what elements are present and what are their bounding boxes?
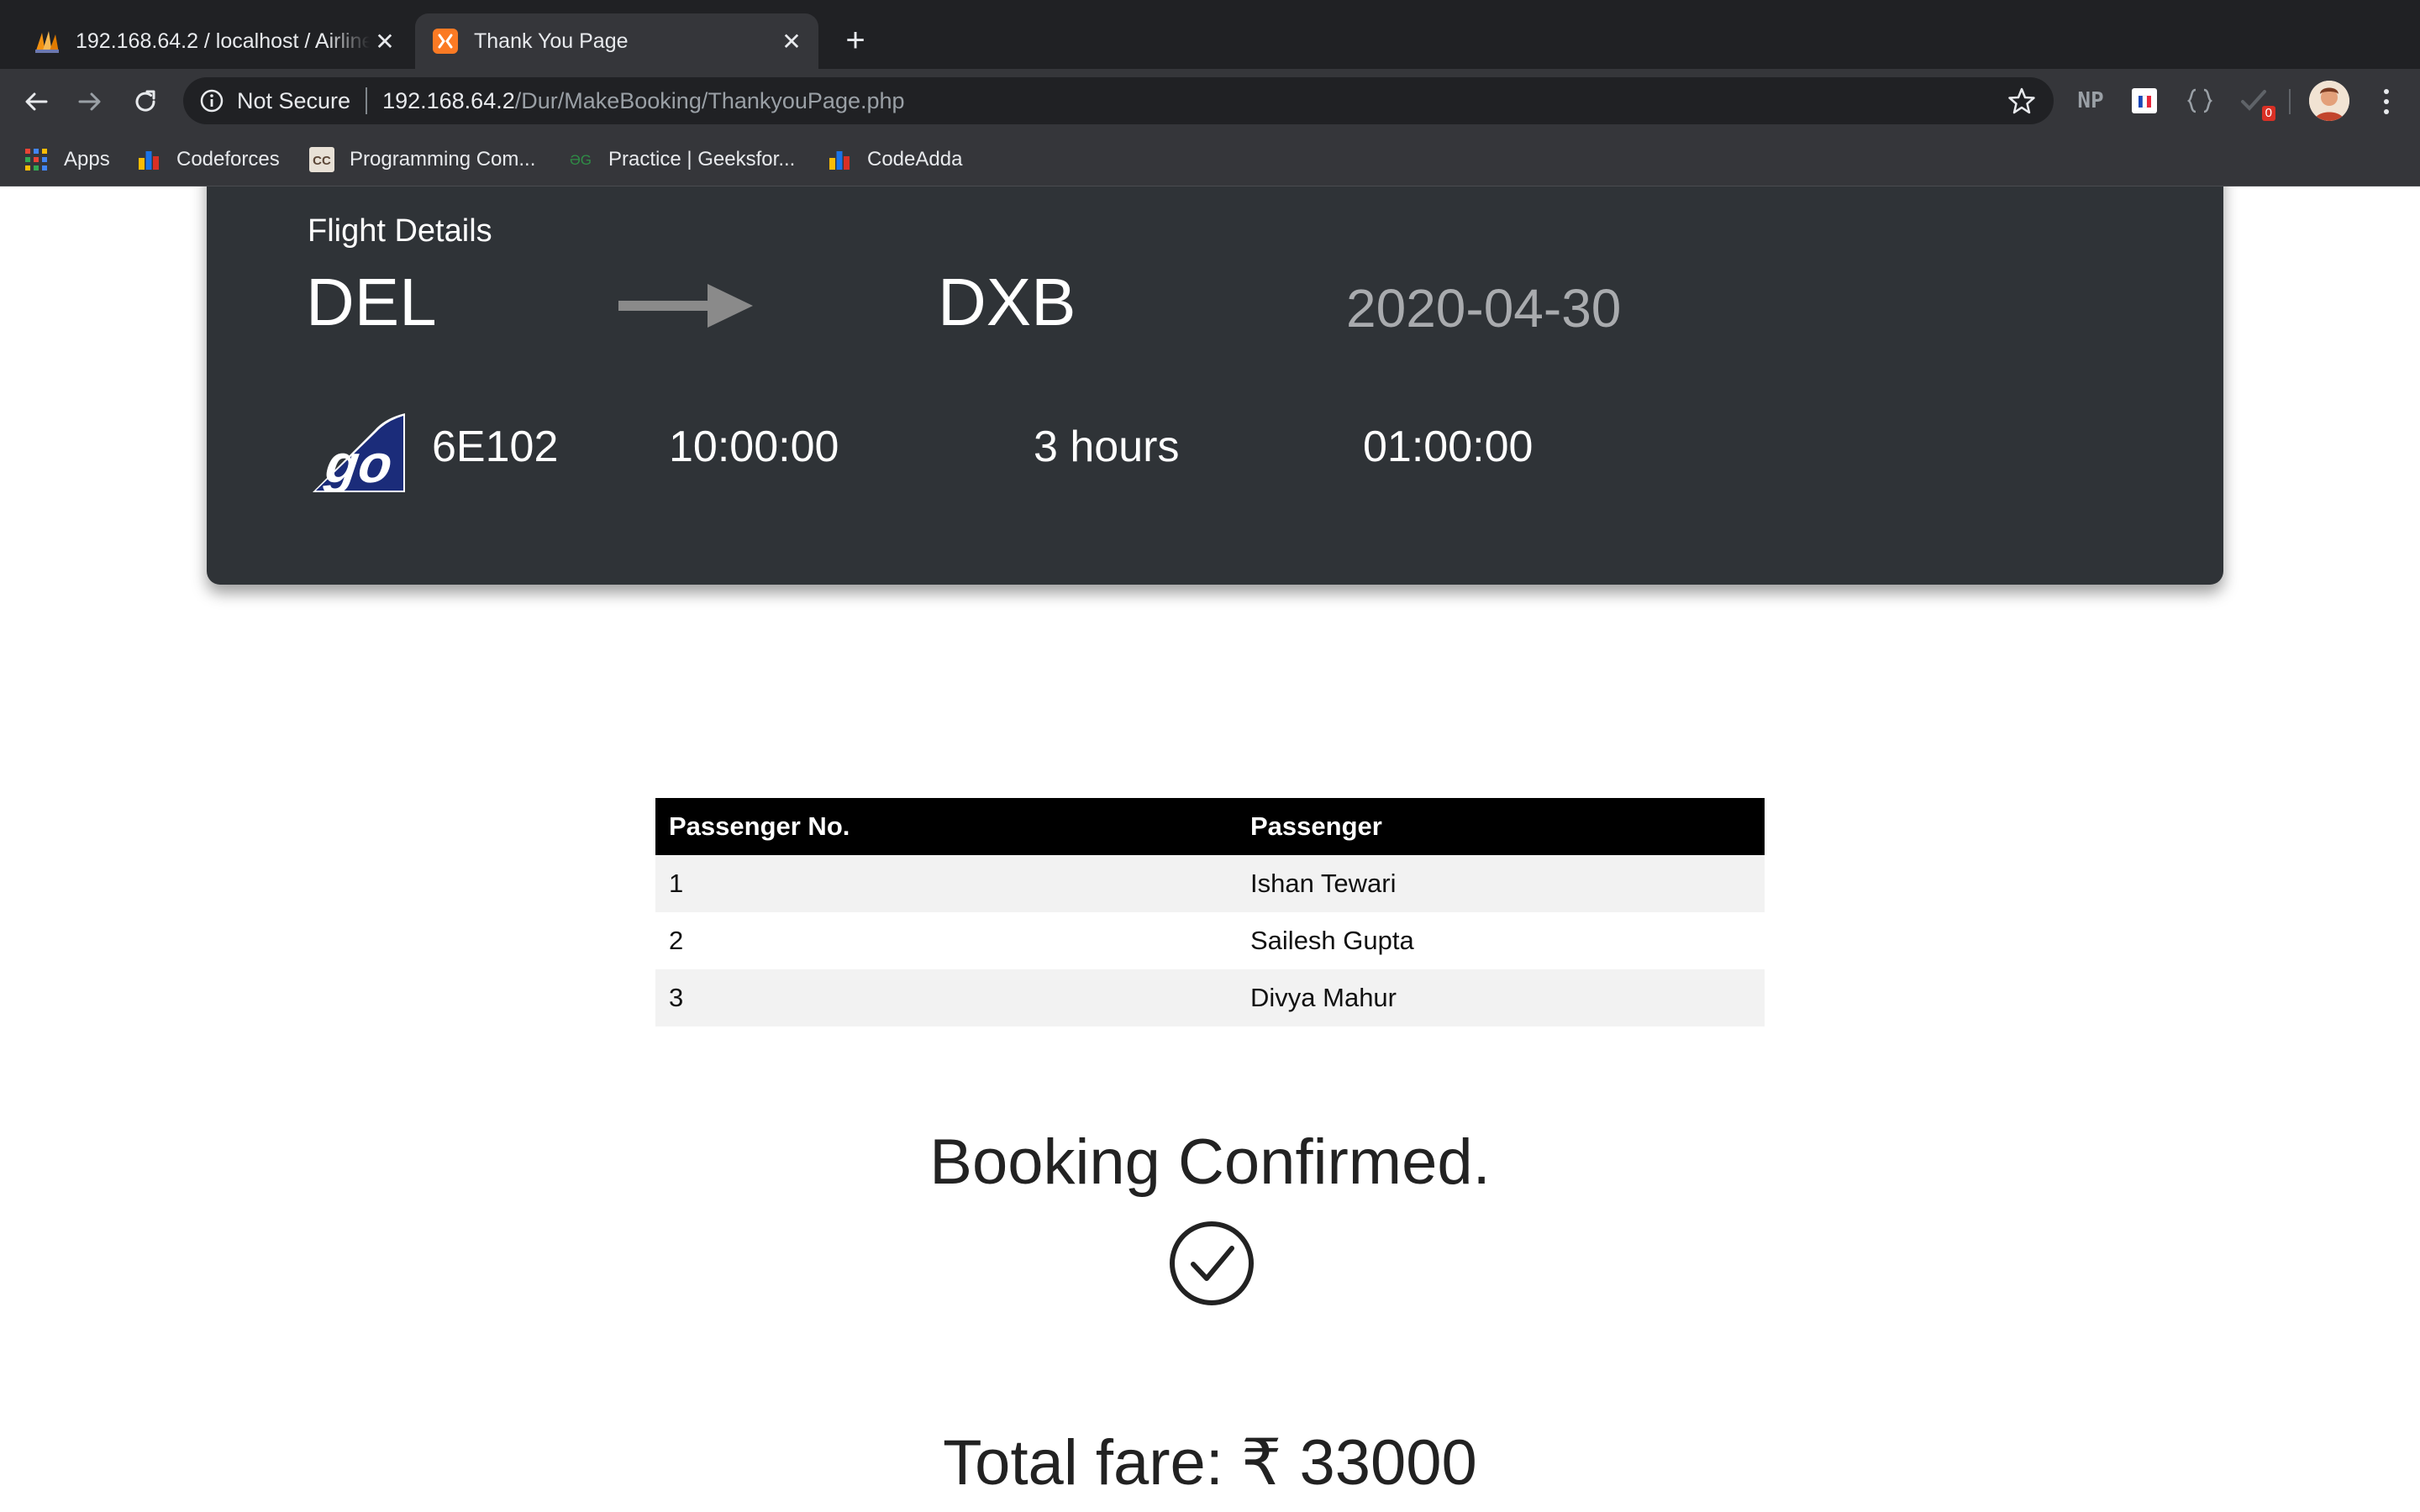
route-arrow-icon [618, 284, 753, 328]
flight-date: 2020-04-30 [1346, 278, 1622, 339]
codechef-icon: CC [309, 147, 334, 172]
bookmark-star-icon[interactable] [2007, 86, 2037, 116]
bookmark-label: CodeAdda [867, 148, 963, 171]
svg-text:CC: CC [313, 154, 331, 168]
forward-arrow-icon[interactable] [72, 84, 108, 119]
go-airline-logo: go [313, 413, 405, 492]
page-content: Flight Details DEL DXB 2020-04-30 go 6E1… [0, 186, 2420, 1512]
table-header-row: Passenger No. Passenger [655, 798, 1765, 855]
bookmark-label: Programming Com... [350, 148, 536, 171]
bookmark-programming-com[interactable]: CC Programming Com... [309, 144, 535, 175]
todo-extension-icon[interactable]: 0 [2237, 84, 2275, 121]
geeksforgeeks-icon: ƏG [568, 147, 593, 172]
svg-text:go: go [321, 433, 396, 492]
reload-icon[interactable] [128, 84, 163, 119]
tab-strip: 192.168.64.2 / localhost / Airline ✕ Tha… [0, 0, 2420, 69]
url-path: /Dur/MakeBooking/ThankyouPage.php [514, 87, 905, 113]
tab-thank-you-page[interactable]: Thank You Page ✕ [415, 13, 818, 69]
toolbar-divider [2289, 89, 2291, 114]
column-header-passenger-no: Passenger No. [655, 798, 1237, 855]
passenger-number-cell: 1 [655, 855, 1237, 912]
passenger-number-cell: 2 [655, 912, 1237, 969]
table-row: 1 Ishan Tewari [655, 855, 1765, 912]
booking-confirmed-message: Booking Confirmed. [929, 1126, 1491, 1198]
arrival-time: 01:00:00 [1363, 423, 1534, 471]
address-divider [366, 87, 368, 114]
column-header-passenger: Passenger [1237, 798, 1765, 855]
more-menu-icon[interactable] [2370, 84, 2403, 119]
departure-time: 10:00:00 [669, 423, 839, 471]
bookmark-codeadda[interactable]: CodeAdda [827, 144, 962, 175]
flag-extension-icon[interactable] [2128, 84, 2161, 118]
browser-toolbar: Not Secure 192.168.64.2 /Dur/MakeBooking… [0, 69, 2420, 133]
bookmark-codeforces[interactable]: Codeforces [136, 144, 280, 175]
codeadda-icon [827, 147, 852, 172]
origin-airport: DEL [306, 265, 437, 339]
new-tab-icon[interactable]: + [839, 24, 872, 57]
np-extension-icon[interactable]: NP [2074, 84, 2107, 118]
phpmyadmin-icon [34, 28, 60, 55]
xampp-icon [432, 28, 459, 55]
apps-grid-icon [24, 147, 49, 172]
close-icon[interactable]: ✕ [776, 26, 807, 56]
back-arrow-icon[interactable] [18, 84, 54, 119]
tab-phpmyadmin[interactable]: 192.168.64.2 / localhost / Airline ✕ [17, 13, 412, 69]
bookmark-geeksforgeeks[interactable]: ƏG Practice | Geeksfor... [568, 144, 795, 175]
passenger-number-cell: 3 [655, 969, 1237, 1026]
flight-number: 6E102 [432, 423, 559, 471]
braces-extension-icon[interactable] [2183, 84, 2217, 118]
profile-avatar[interactable] [2309, 81, 2349, 121]
url-host: 192.168.64.2 [382, 87, 515, 113]
total-fare: Total fare: ₹ 33000 [943, 1427, 1477, 1499]
flight-details-card: Flight Details DEL DXB 2020-04-30 go 6E1… [207, 186, 2223, 585]
security-label: Not Secure [237, 87, 351, 113]
bookmark-label: Codeforces [176, 148, 280, 171]
svg-text:ƏG: ƏG [570, 152, 592, 168]
address-bar[interactable]: Not Secure 192.168.64.2 /Dur/MakeBooking… [183, 77, 2054, 124]
bookmark-apps[interactable]: Apps [24, 144, 110, 175]
flight-details-title: Flight Details [308, 213, 492, 249]
bookmark-label: Practice | Geeksfor... [608, 148, 796, 171]
close-icon[interactable]: ✕ [370, 26, 400, 56]
bookmark-label: Apps [64, 148, 110, 171]
info-icon[interactable] [198, 87, 225, 114]
extension-badge: 0 [2261, 106, 2275, 121]
tab-title: Thank You Page [474, 29, 629, 53]
table-row: 3 Divya Mahur [655, 969, 1765, 1026]
codeforces-icon [136, 147, 161, 172]
destination-airport: DXB [938, 265, 1076, 339]
tab-title: 192.168.64.2 / localhost / Airline [76, 29, 370, 53]
passenger-name-cell: Sailesh Gupta [1237, 912, 1765, 969]
passenger-name-cell: Divya Mahur [1237, 969, 1765, 1026]
table-row: 2 Sailesh Gupta [655, 912, 1765, 969]
flight-duration: 3 hours [1034, 423, 1180, 471]
bookmarks-bar: Apps Codeforces CC Programming Com... ƏG… [0, 133, 2420, 186]
passenger-name-cell: Ishan Tewari [1237, 855, 1765, 912]
check-circle-icon [1170, 1221, 1254, 1305]
passenger-table: Passenger No. Passenger 1 Ishan Tewari 2… [655, 798, 1765, 1026]
